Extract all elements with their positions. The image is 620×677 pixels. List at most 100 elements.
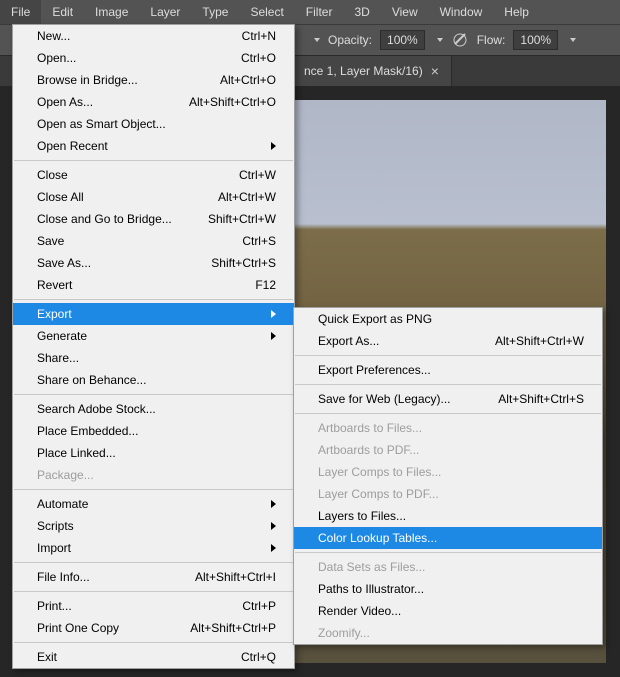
file-item-exit[interactable]: ExitCtrl+Q [13,646,294,668]
menu-window[interactable]: Window [429,0,494,24]
separator [295,552,601,553]
file-item-open-recent[interactable]: Open Recent [13,135,294,157]
menu-item-label: Place Embedded... [37,424,276,438]
menu-item-label: Print One Copy [37,621,190,635]
opacity-dropdown-icon[interactable] [437,38,443,42]
opacity-label: Opacity: [328,33,372,47]
menu-image[interactable]: Image [84,0,139,24]
opacity-input[interactable]: 100% [380,30,425,50]
menu-type[interactable]: Type [191,0,239,24]
preset-dropdown-icon[interactable] [314,38,320,42]
menu-select[interactable]: Select [239,0,294,24]
export-item-artboards-to-files: Artboards to Files... [294,417,602,439]
export-item-layers-to-files[interactable]: Layers to Files... [294,505,602,527]
export-item-render-video[interactable]: Render Video... [294,600,602,622]
document-tab[interactable]: nce 1, Layer Mask/16) × [294,56,452,86]
menu-item-label: Layers to Files... [318,509,584,523]
file-item-open[interactable]: Open...Ctrl+O [13,47,294,69]
menu-edit[interactable]: Edit [41,0,84,24]
export-item-save-for-web-legacy[interactable]: Save for Web (Legacy)...Alt+Shift+Ctrl+S [294,388,602,410]
menu-item-label: Share on Behance... [37,373,276,387]
file-item-import[interactable]: Import [13,537,294,559]
flow-input[interactable]: 100% [513,30,558,50]
file-item-print[interactable]: Print...Ctrl+P [13,595,294,617]
menu-item-label: File Info... [37,570,195,584]
file-item-place-embedded[interactable]: Place Embedded... [13,420,294,442]
file-item-new[interactable]: New...Ctrl+N [13,25,294,47]
file-item-share[interactable]: Share... [13,347,294,369]
file-item-generate[interactable]: Generate [13,325,294,347]
pressure-opacity-icon[interactable] [451,31,469,49]
file-item-open-as-smart-object[interactable]: Open as Smart Object... [13,113,294,135]
menu-item-label: Paths to Illustrator... [318,582,584,596]
chevron-right-icon [271,522,276,530]
menu-item-label: Save [37,234,242,248]
separator [14,591,293,592]
menu-filter[interactable]: Filter [295,0,344,24]
menu-item-label: Save for Web (Legacy)... [318,392,498,406]
export-item-artboards-to-pdf: Artboards to PDF... [294,439,602,461]
file-item-share-on-behance[interactable]: Share on Behance... [13,369,294,391]
file-item-file-info[interactable]: File Info...Alt+Shift+Ctrl+I [13,566,294,588]
menu-item-label: Render Video... [318,604,584,618]
file-item-export[interactable]: Export [13,303,294,325]
menu-item-label: Open... [37,51,241,65]
menu-item-accelerator: Alt+Shift+Ctrl+O [189,95,276,109]
file-item-automate[interactable]: Automate [13,493,294,515]
menu-item-label: Color Lookup Tables... [318,531,584,545]
close-icon[interactable]: × [429,63,441,79]
menu-item-accelerator: Shift+Ctrl+W [208,212,276,226]
menu-item-label: Open Recent [37,139,261,153]
menu-file[interactable]: File [0,0,41,24]
file-item-open-as[interactable]: Open As...Alt+Shift+Ctrl+O [13,91,294,113]
menu-item-label: Zoomify... [318,626,584,640]
export-item-quick-export-as-png[interactable]: Quick Export as PNG [294,308,602,330]
menu-view[interactable]: View [381,0,429,24]
menu-item-label: Quick Export as PNG [318,312,584,326]
file-item-save[interactable]: SaveCtrl+S [13,230,294,252]
menu-3d[interactable]: 3D [343,0,380,24]
file-item-close[interactable]: CloseCtrl+W [13,164,294,186]
export-item-export-preferences[interactable]: Export Preferences... [294,359,602,381]
menu-item-accelerator: Ctrl+S [242,234,276,248]
menu-item-label: Save As... [37,256,211,270]
menu-item-label: Artboards to PDF... [318,443,584,457]
menu-item-label: Export Preferences... [318,363,584,377]
file-item-close-all[interactable]: Close AllAlt+Ctrl+W [13,186,294,208]
menu-item-label: Close All [37,190,218,204]
menu-layer[interactable]: Layer [139,0,191,24]
chevron-right-icon [271,310,276,318]
file-menu: New...Ctrl+NOpen...Ctrl+OBrowse in Bridg… [12,24,295,669]
separator [14,562,293,563]
export-item-color-lookup-tables[interactable]: Color Lookup Tables... [294,527,602,549]
file-item-search-adobe-stock[interactable]: Search Adobe Stock... [13,398,294,420]
menu-item-label: Print... [37,599,242,613]
file-item-revert[interactable]: RevertF12 [13,274,294,296]
chevron-right-icon [271,500,276,508]
file-item-place-linked[interactable]: Place Linked... [13,442,294,464]
menu-help[interactable]: Help [493,0,540,24]
export-item-paths-to-illustrator[interactable]: Paths to Illustrator... [294,578,602,600]
separator [14,489,293,490]
menu-item-label: Exit [37,650,241,664]
separator [14,160,293,161]
menu-item-label: Close and Go to Bridge... [37,212,208,226]
menu-item-label: Automate [37,497,261,511]
menu-item-label: Search Adobe Stock... [37,402,276,416]
menu-item-label: Open as Smart Object... [37,117,276,131]
separator [14,299,293,300]
file-item-close-and-go-to-bridge[interactable]: Close and Go to Bridge...Shift+Ctrl+W [13,208,294,230]
separator [14,642,293,643]
export-item-export-as[interactable]: Export As...Alt+Shift+Ctrl+W [294,330,602,352]
file-item-browse-in-bridge[interactable]: Browse in Bridge...Alt+Ctrl+O [13,69,294,91]
file-item-print-one-copy[interactable]: Print One CopyAlt+Shift+Ctrl+P [13,617,294,639]
flow-dropdown-icon[interactable] [570,38,576,42]
document-tab-title: nce 1, Layer Mask/16) [304,64,423,78]
menu-item-label: Export [37,307,261,321]
file-item-save-as[interactable]: Save As...Shift+Ctrl+S [13,252,294,274]
file-item-scripts[interactable]: Scripts [13,515,294,537]
menu-item-label: Layer Comps to PDF... [318,487,584,501]
menu-item-label: Browse in Bridge... [37,73,220,87]
menu-item-label: Share... [37,351,276,365]
export-submenu: Quick Export as PNG Export As...Alt+Shift… [293,307,603,645]
